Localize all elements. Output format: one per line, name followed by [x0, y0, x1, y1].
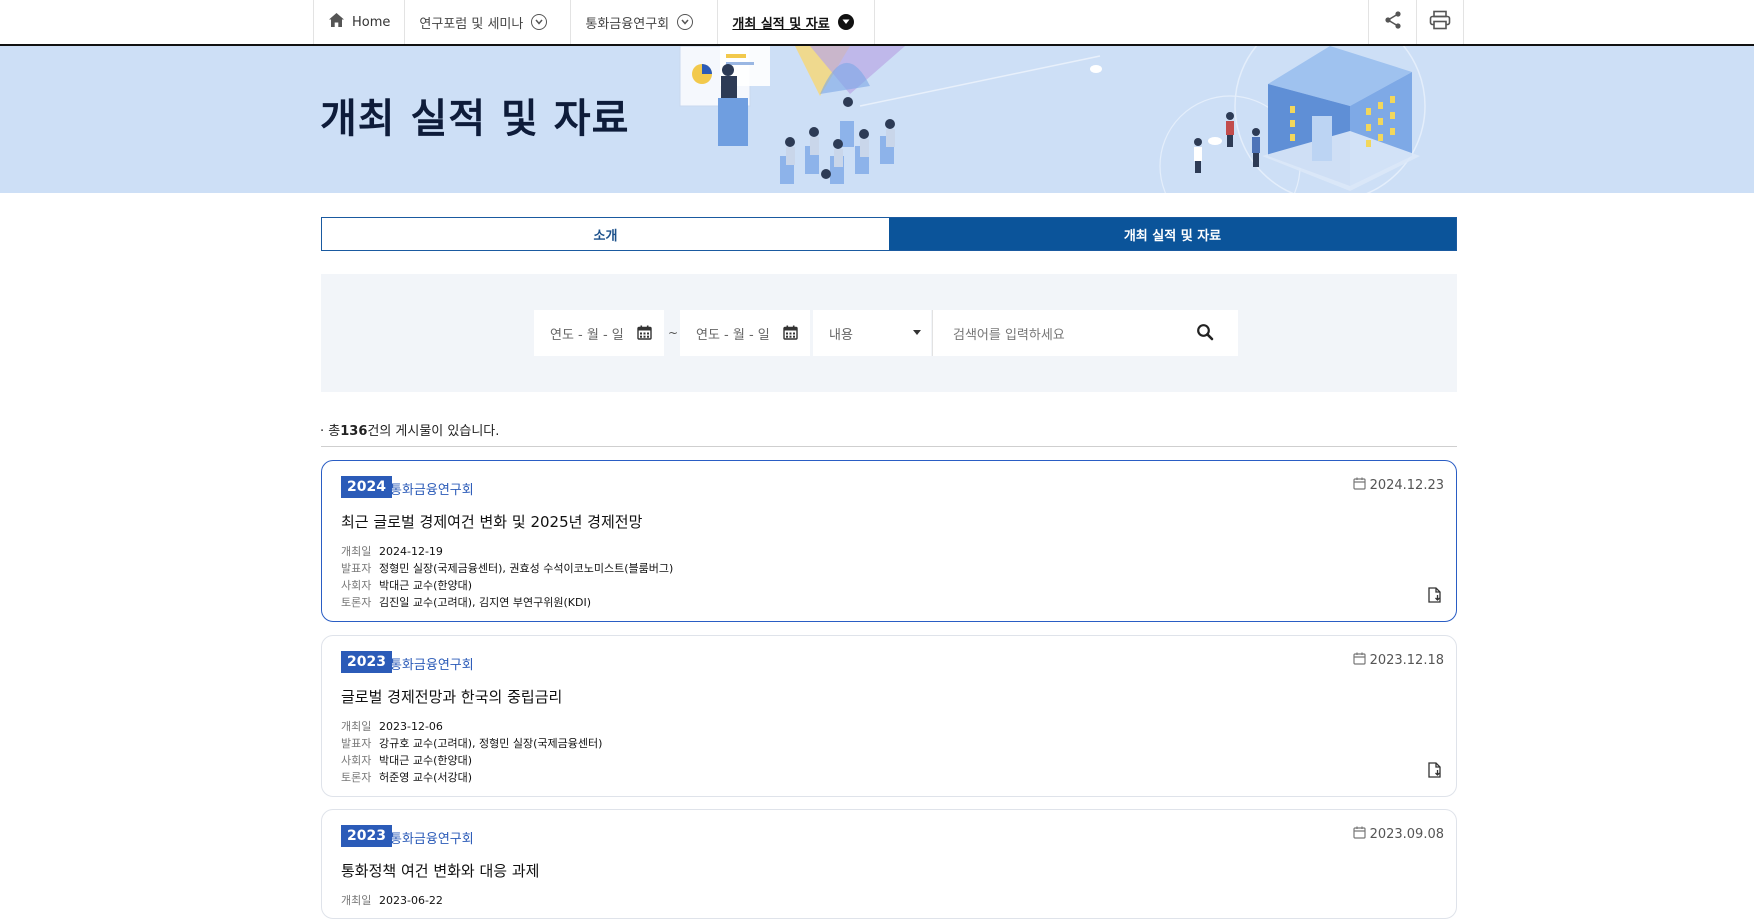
print-button[interactable]	[1416, 0, 1464, 44]
result-count-number: 136	[340, 424, 368, 439]
file-download-icon[interactable]	[1428, 762, 1442, 782]
chevron-down-icon	[677, 14, 694, 30]
meta-label-presenter: 발표자	[341, 562, 372, 575]
post-meta: 개최일 2024-12-19 발표자 정형민 실장(국제금융센터), 권효성 수석이…	[341, 543, 673, 611]
meta-label-presenter: 발표자	[341, 737, 372, 750]
nav-monetary-finance[interactable]: 통화금융연구회	[570, 0, 717, 44]
post-date: 2023.12.18	[1352, 652, 1444, 669]
breadcrumb-nav: Home 연구포럼 및 세미나 통화금융연구회 개최 실적 및 자료	[313, 0, 876, 44]
chevron-down-icon	[837, 14, 854, 30]
banner-illustration	[679, 46, 1426, 193]
post-title[interactable]: 통화정책 여건 변화와 대응 과제	[341, 860, 539, 881]
page-title: 개최 실적 및 자료	[320, 96, 630, 142]
category-label: 통화금융연구회	[390, 658, 474, 673]
tab-results-materials[interactable]: 개최 실적 및 자료	[889, 218, 1456, 250]
tab-bar: 소개 개최 실적 및 자료	[321, 217, 1457, 251]
tab-intro[interactable]: 소개	[322, 218, 889, 250]
meta-moderator: 박대근 교수(한양대)	[379, 754, 473, 767]
meta-presenter: 정형민 실장(국제금융센터), 권효성 수석이코노미스트(블룸버그)	[379, 562, 674, 575]
meta-label-date: 개최일	[341, 894, 372, 907]
nav-forum-label: 연구포럼 및 세미나	[419, 16, 524, 32]
post-date-text: 2023.12.18	[1369, 653, 1444, 668]
search-panel: 연도 - 월 - 일 ~ 연도 - 월 - 일 내용 검색어를 입력하세요	[321, 274, 1457, 392]
end-date-placeholder: 연도 - 월 - 일	[696, 327, 770, 343]
calendar-icon	[1352, 477, 1366, 494]
nav-current-label: 개최 실적 및 자료	[732, 16, 830, 32]
home-icon	[329, 13, 344, 31]
meta-label-moderator: 사회자	[341, 754, 372, 767]
nav-home-label: Home	[352, 14, 391, 30]
result-count-suffix: 건의 게시물이 있습니다.	[367, 424, 500, 439]
list-item[interactable]: 2023 통화금융연구회 2023.12.18 글로벌 경제전망과 한국의 중립…	[321, 635, 1457, 797]
chevron-down-icon	[531, 14, 548, 30]
list-item[interactable]: 2023 통화금융연구회 2023.09.08 통화정책 여건 변화와 대응 과…	[321, 809, 1457, 919]
post-title[interactable]: 최근 글로벌 경제여건 변화 및 2025년 경제전망	[341, 511, 642, 532]
nav-monetary-label: 통화금융연구회	[585, 16, 670, 32]
caret-down-icon	[913, 330, 921, 335]
start-date-placeholder: 연도 - 월 - 일	[550, 327, 624, 343]
meta-date: 2024-12-19	[379, 545, 443, 558]
top-navigation: Home 연구포럼 및 세미나 통화금융연구회 개최 실적 및 자료	[0, 0, 1754, 46]
date-range-separator: ~	[668, 326, 679, 340]
calendar-icon	[1352, 826, 1366, 843]
meta-date: 2023-12-06	[379, 720, 443, 733]
post-title[interactable]: 글로벌 경제전망과 한국의 중립금리	[341, 686, 562, 707]
end-date-field[interactable]: 연도 - 월 - 일	[680, 310, 810, 356]
search-icon[interactable]	[1196, 323, 1214, 345]
meta-panel: 허준영 교수(서강대)	[379, 771, 473, 784]
category-label: 통화금융연구회	[390, 832, 474, 847]
post-date-text: 2024.12.23	[1369, 478, 1444, 493]
meta-label-date: 개최일	[341, 545, 372, 558]
result-count: · 총136건의 게시물이 있습니다.	[320, 420, 499, 439]
print-icon	[1429, 10, 1451, 34]
meta-presenter: 강규호 교수(고려대), 정형민 실장(국제금융센터)	[379, 737, 603, 750]
calendar-icon[interactable]	[637, 325, 652, 344]
post-date: 2023.09.08	[1352, 826, 1444, 843]
search-input[interactable]: 검색어를 입력하세요	[932, 310, 1238, 356]
search-input-placeholder: 검색어를 입력하세요	[953, 327, 1065, 343]
nav-current-page[interactable]: 개최 실적 및 자료	[717, 0, 876, 44]
start-date-field[interactable]: 연도 - 월 - 일	[534, 310, 664, 356]
year-badge: 2024	[341, 476, 392, 498]
meta-panel: 김진일 교수(고려대), 김지연 부연구위원(KDI)	[379, 596, 591, 609]
search-type-select[interactable]: 내용	[813, 310, 931, 356]
meta-label-date: 개최일	[341, 720, 372, 733]
year-badge: 2023	[341, 651, 392, 673]
post-meta: 개최일 2023-12-06 발표자 강규호 교수(고려대), 정형민 실장(국제금…	[341, 718, 602, 786]
nav-home[interactable]: Home	[313, 0, 404, 44]
category-label: 통화금융연구회	[390, 483, 474, 498]
year-badge: 2023	[341, 825, 392, 847]
page-banner: 개최 실적 및 자료	[0, 46, 1754, 193]
share-icon	[1383, 10, 1403, 34]
meta-label-moderator: 사회자	[341, 579, 372, 592]
post-meta: 개최일 2023-06-22	[341, 892, 443, 909]
utility-buttons	[1368, 0, 1464, 44]
result-count-prefix: · 총	[320, 424, 341, 439]
meta-label-panel: 토론자	[341, 771, 372, 784]
divider	[321, 446, 1457, 447]
search-type-value: 내용	[829, 327, 853, 343]
post-date-text: 2023.09.08	[1369, 827, 1444, 842]
meta-date: 2023-06-22	[379, 894, 443, 907]
list-item[interactable]: 2024 통화금융연구회 2024.12.23 최근 글로벌 경제여건 변화 및…	[321, 460, 1457, 622]
meta-label-panel: 토론자	[341, 596, 372, 609]
meta-moderator: 박대근 교수(한양대)	[379, 579, 473, 592]
calendar-icon	[1352, 652, 1366, 669]
share-button[interactable]	[1368, 0, 1416, 44]
post-date: 2024.12.23	[1352, 477, 1444, 494]
nav-forum-seminar[interactable]: 연구포럼 및 세미나	[404, 0, 570, 44]
file-download-icon[interactable]	[1428, 587, 1442, 607]
calendar-icon[interactable]	[783, 325, 798, 344]
